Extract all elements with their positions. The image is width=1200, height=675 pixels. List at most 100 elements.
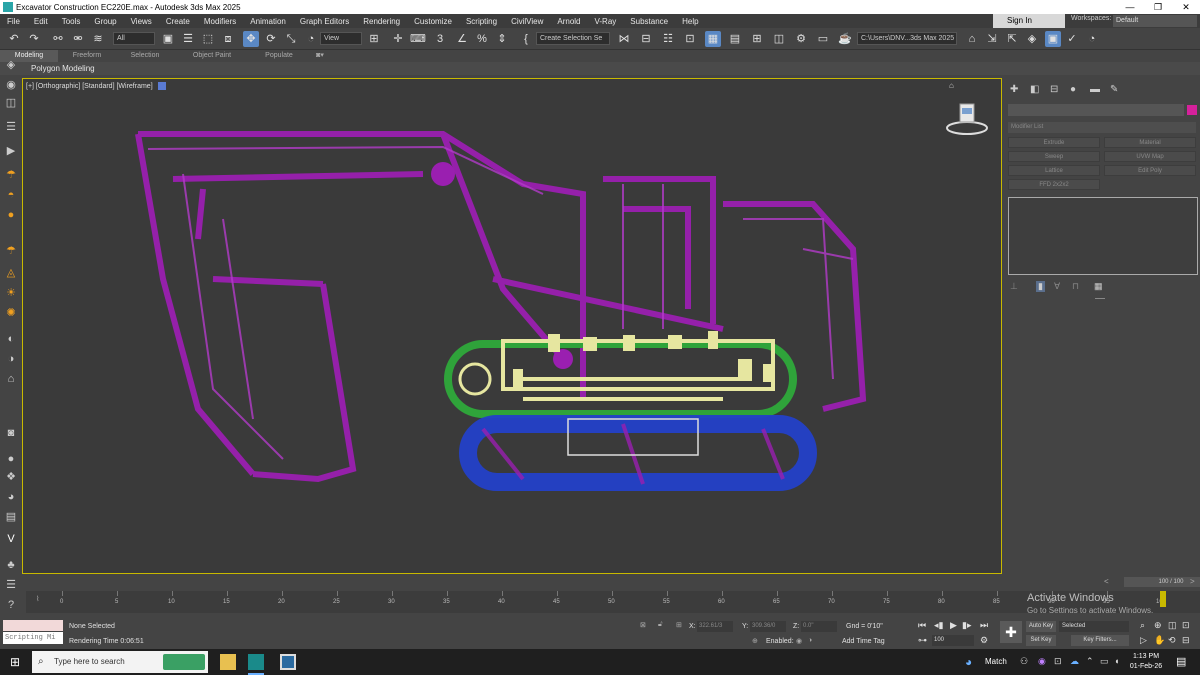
mirror-icon[interactable]: ⋈ xyxy=(616,31,632,47)
tab-object-paint[interactable]: Object Paint xyxy=(174,50,250,62)
check-icon[interactable]: ✓ xyxy=(1064,31,1080,47)
set-key-button[interactable]: Set Key xyxy=(1026,635,1056,646)
maxscript-mini-listener[interactable]: Scripting Mi xyxy=(3,632,63,644)
vray-toon-icon[interactable]: ◕ xyxy=(4,490,18,504)
save-icon[interactable]: ▣ xyxy=(1045,31,1061,47)
set-key-big-icon[interactable]: ✚ xyxy=(1000,621,1022,643)
unlink-icon[interactable]: ⚮ xyxy=(70,31,86,47)
remove-modifier-icon[interactable]: ⊓ xyxy=(1072,281,1079,292)
menu-customize[interactable]: Customize xyxy=(407,17,459,26)
menu-create[interactable]: Create xyxy=(159,17,197,26)
reference-coordinate-dropdown[interactable]: View xyxy=(320,32,362,45)
absolute-mode-icon[interactable]: ⊞ xyxy=(676,621,682,629)
app-tray-icon[interactable]: ◉ xyxy=(1038,656,1046,667)
go-to-end-icon[interactable]: ⏭ xyxy=(980,620,988,631)
menu-file[interactable]: File xyxy=(0,17,27,26)
edit-poly-button[interactable]: Edit Poly xyxy=(1104,165,1196,176)
menu-views[interactable]: Views xyxy=(124,17,159,26)
pivot-center-icon[interactable]: ⊞ xyxy=(366,31,382,47)
menu-modifiers[interactable]: Modifiers xyxy=(197,17,243,26)
show-end-result-icon[interactable]: ▮ xyxy=(1036,281,1045,292)
spinner-snap-icon[interactable]: ⇕ xyxy=(494,31,510,47)
time-config-icon[interactable]: ⚙ xyxy=(980,635,988,646)
viewport-orthographic[interactable]: [+] [Orthographic] [Standard] [Wireframe… xyxy=(22,78,1002,574)
tab-freeform[interactable]: Freeform xyxy=(58,50,116,62)
select-object-icon[interactable]: ▣ xyxy=(160,31,176,47)
add-time-tag[interactable]: Add Time Tag xyxy=(842,638,885,645)
add-time-tag-icon[interactable]: ◑ xyxy=(808,637,812,644)
mesh-light-icon[interactable]: ◬ xyxy=(4,266,18,280)
sun-light-icon[interactable]: ☀ xyxy=(4,286,18,300)
layer-explorer-icon[interactable]: ⊡ xyxy=(682,31,698,47)
rotate-icon[interactable]: ⟳ xyxy=(263,31,279,47)
utilities-tab-icon[interactable]: ✎ xyxy=(1110,84,1118,95)
menu-group[interactable]: Group xyxy=(87,17,123,26)
vray-proxy-icon[interactable]: ◑ xyxy=(4,352,18,366)
lattice-button[interactable]: Lattice xyxy=(1008,165,1100,176)
tray-icon[interactable]: ⊡ xyxy=(1054,656,1062,667)
render-production-icon[interactable]: ☕ xyxy=(837,31,853,47)
track-bar[interactable]: ⌇ 0 5 10 15 20 25 30 35 40 45 50 55 60 6… xyxy=(26,591,1200,613)
create-panel-icon[interactable]: ◈ xyxy=(4,58,18,72)
select-manipulate-icon[interactable]: ✛ xyxy=(390,31,406,47)
forest-icon[interactable]: ♣ xyxy=(4,558,18,572)
maximize-button[interactable]: ❐ xyxy=(1144,2,1172,13)
configure-sets-icon[interactable]: ▦ xyxy=(1094,281,1103,292)
hidden-icons-icon[interactable]: ⌃ xyxy=(1086,656,1094,667)
time-tag-icon[interactable]: ⊕ xyxy=(752,637,758,645)
vray-physical-camera-icon[interactable]: ◙ xyxy=(4,426,18,440)
scale-icon[interactable]: ⤡ xyxy=(283,31,299,47)
next-key-icon[interactable]: ▮▸ xyxy=(962,620,971,631)
go-to-start-icon[interactable]: ⏮ xyxy=(918,620,926,631)
vray-sphere-icon[interactable]: ● xyxy=(4,452,18,466)
viewcube-icon[interactable] xyxy=(943,99,991,139)
modifier-stack[interactable] xyxy=(1008,197,1198,275)
isolate-icon[interactable]: ⊠ xyxy=(640,621,646,629)
ies-light-icon[interactable]: ✺ xyxy=(4,306,18,320)
menu-help[interactable]: Help xyxy=(675,17,705,26)
import-icon[interactable]: ⇱ xyxy=(1004,31,1020,47)
weather-label[interactable]: Match xyxy=(985,657,1007,666)
modify-panel-icon[interactable]: ◉ xyxy=(4,78,18,92)
object-name-field[interactable] xyxy=(1008,104,1184,116)
vray-object-icon[interactable]: ◐ xyxy=(4,332,18,346)
rectangular-selection-icon[interactable]: ⬚ xyxy=(200,31,216,47)
weather-icon[interactable]: ◕ xyxy=(965,655,972,669)
curve-editor-icon[interactable]: ▤ xyxy=(727,31,743,47)
arnold-icon[interactable]: ◈ xyxy=(1024,31,1040,47)
home-icon[interactable]: ⌂ xyxy=(949,81,954,90)
sphere-light-icon[interactable]: ● xyxy=(4,208,18,222)
sweep-button[interactable]: Sweep xyxy=(1008,151,1100,162)
vray-logo-icon[interactable]: V xyxy=(4,532,18,546)
spot-light-icon[interactable]: ☂ xyxy=(4,244,18,258)
uvw-map-button[interactable]: UVW Map xyxy=(1104,151,1196,162)
3ds-max-taskbar-icon[interactable] xyxy=(248,654,264,670)
redo-icon[interactable]: ↷ xyxy=(26,31,42,47)
edit-named-selection-icon[interactable]: { xyxy=(518,31,534,47)
tab-selection[interactable]: Selection xyxy=(116,50,174,62)
make-unique-icon[interactable]: ∀ xyxy=(1054,281,1060,292)
align-icon[interactable]: ⊟ xyxy=(638,31,654,47)
x-coordinate-field[interactable]: 322.61/3 xyxy=(697,621,733,632)
time-cursor[interactable] xyxy=(1160,591,1166,607)
render-setup-icon[interactable]: ⚙ xyxy=(793,31,809,47)
minimize-button[interactable]: — xyxy=(1116,2,1144,12)
project-icon[interactable]: ⌂ xyxy=(964,31,980,47)
key-mode-icon[interactable]: ⊶ xyxy=(918,635,927,646)
keyboard-shortcut-icon[interactable]: ⌨ xyxy=(410,31,426,47)
volume-icon[interactable]: ◖ xyxy=(1114,656,1119,666)
menu-vray[interactable]: V-Ray xyxy=(588,17,624,26)
enabled-toggle-icon[interactable]: ◉ xyxy=(796,637,802,645)
close-button[interactable]: ✕ xyxy=(1172,2,1200,13)
people-icon[interactable]: ⚇ xyxy=(1020,656,1028,667)
onedrive-icon[interactable]: ☁ xyxy=(1070,656,1079,667)
key-filters-button[interactable]: Key Filters... xyxy=(1071,635,1129,646)
polygon-modeling-label[interactable]: Polygon Modeling xyxy=(31,64,95,73)
menu-edit[interactable]: Edit xyxy=(27,17,55,26)
windows-start-icon[interactable]: ⊞ xyxy=(10,655,20,669)
current-frame-field[interactable]: 100 xyxy=(932,635,974,646)
sign-in-button[interactable]: Sign In xyxy=(993,14,1065,28)
bind-space-warp-icon[interactable]: ≋ xyxy=(90,31,106,47)
play-icon[interactable]: ▶ xyxy=(950,620,957,631)
material-editor-icon[interactable]: ◫ xyxy=(771,31,787,47)
